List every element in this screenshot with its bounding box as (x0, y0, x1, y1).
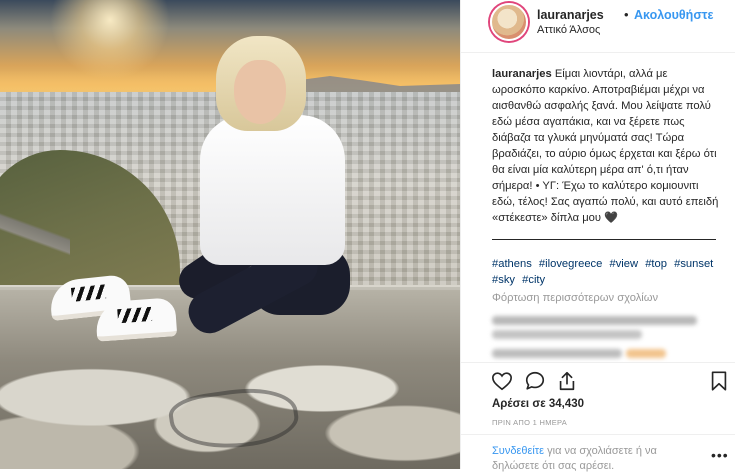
hashtag-link[interactable]: #top (645, 258, 667, 270)
caption-divider (492, 239, 716, 240)
caption-username[interactable]: lauranarjes (492, 68, 552, 80)
post-caption: lauranarjes Είμαι λιοντάρι, αλλά με ωροσ… (492, 66, 724, 226)
caption-text: Είμαι λιοντάρι, αλλά με ωροσκόπο καρκίνο… (492, 68, 719, 224)
hashtag-link[interactable]: #sunset (674, 258, 713, 270)
heart-icon[interactable] (491, 370, 513, 392)
post-timestamp[interactable]: ΠΡΙΝ ΑΠΟ 1 ΗΜΕΡΑ (492, 418, 567, 427)
hashtag-link[interactable]: #sky (492, 274, 515, 286)
blurred-comment (492, 316, 697, 325)
action-bar (461, 362, 735, 399)
load-more-comments[interactable]: Φόρτωση περισσότερων σχολίων (492, 292, 658, 304)
header-username[interactable]: lauranarjes (537, 8, 604, 22)
comment-box: Συνδεθείτε για να σχολιάσετε ή να δηλώσε… (461, 434, 735, 472)
login-prompt: Συνδεθείτε για να σχολιάσετε ή να δηλώσε… (492, 444, 692, 474)
avatar[interactable] (490, 3, 528, 41)
hashtag-link[interactable]: #view (609, 258, 638, 270)
hashtag-link[interactable]: #city (522, 274, 545, 286)
post-photo[interactable] (0, 0, 460, 469)
blurred-comment (492, 349, 622, 358)
follow-button[interactable]: Ακολουθήστε (634, 8, 713, 22)
post-sidebar: lauranarjes • Ακολουθήστε Αττικό Άλσος l… (460, 0, 735, 472)
post-header: lauranarjes • Ακολουθήστε Αττικό Άλσος (461, 0, 735, 53)
person (0, 0, 460, 469)
blurred-emoji (626, 349, 666, 358)
hashtag-link[interactable]: #athens (492, 258, 532, 270)
more-options-icon[interactable]: ••• (711, 447, 729, 463)
hashtag-link[interactable]: #ilovegreece (539, 258, 602, 270)
white-sweater (200, 115, 345, 265)
like-count[interactable]: Αρέσει σε 34,430 (492, 398, 584, 410)
hashtag-list: #athens #ilovegreece #view #top #sunset … (492, 256, 724, 288)
face (234, 60, 286, 124)
comment-icon[interactable] (524, 370, 546, 392)
separator-dot: • (624, 7, 629, 22)
location-link[interactable]: Αττικό Άλσος (537, 24, 600, 36)
share-icon[interactable] (556, 370, 578, 392)
login-link[interactable]: Συνδεθείτε (492, 445, 544, 457)
bookmark-icon[interactable] (708, 370, 730, 392)
blurred-comment (492, 330, 642, 339)
